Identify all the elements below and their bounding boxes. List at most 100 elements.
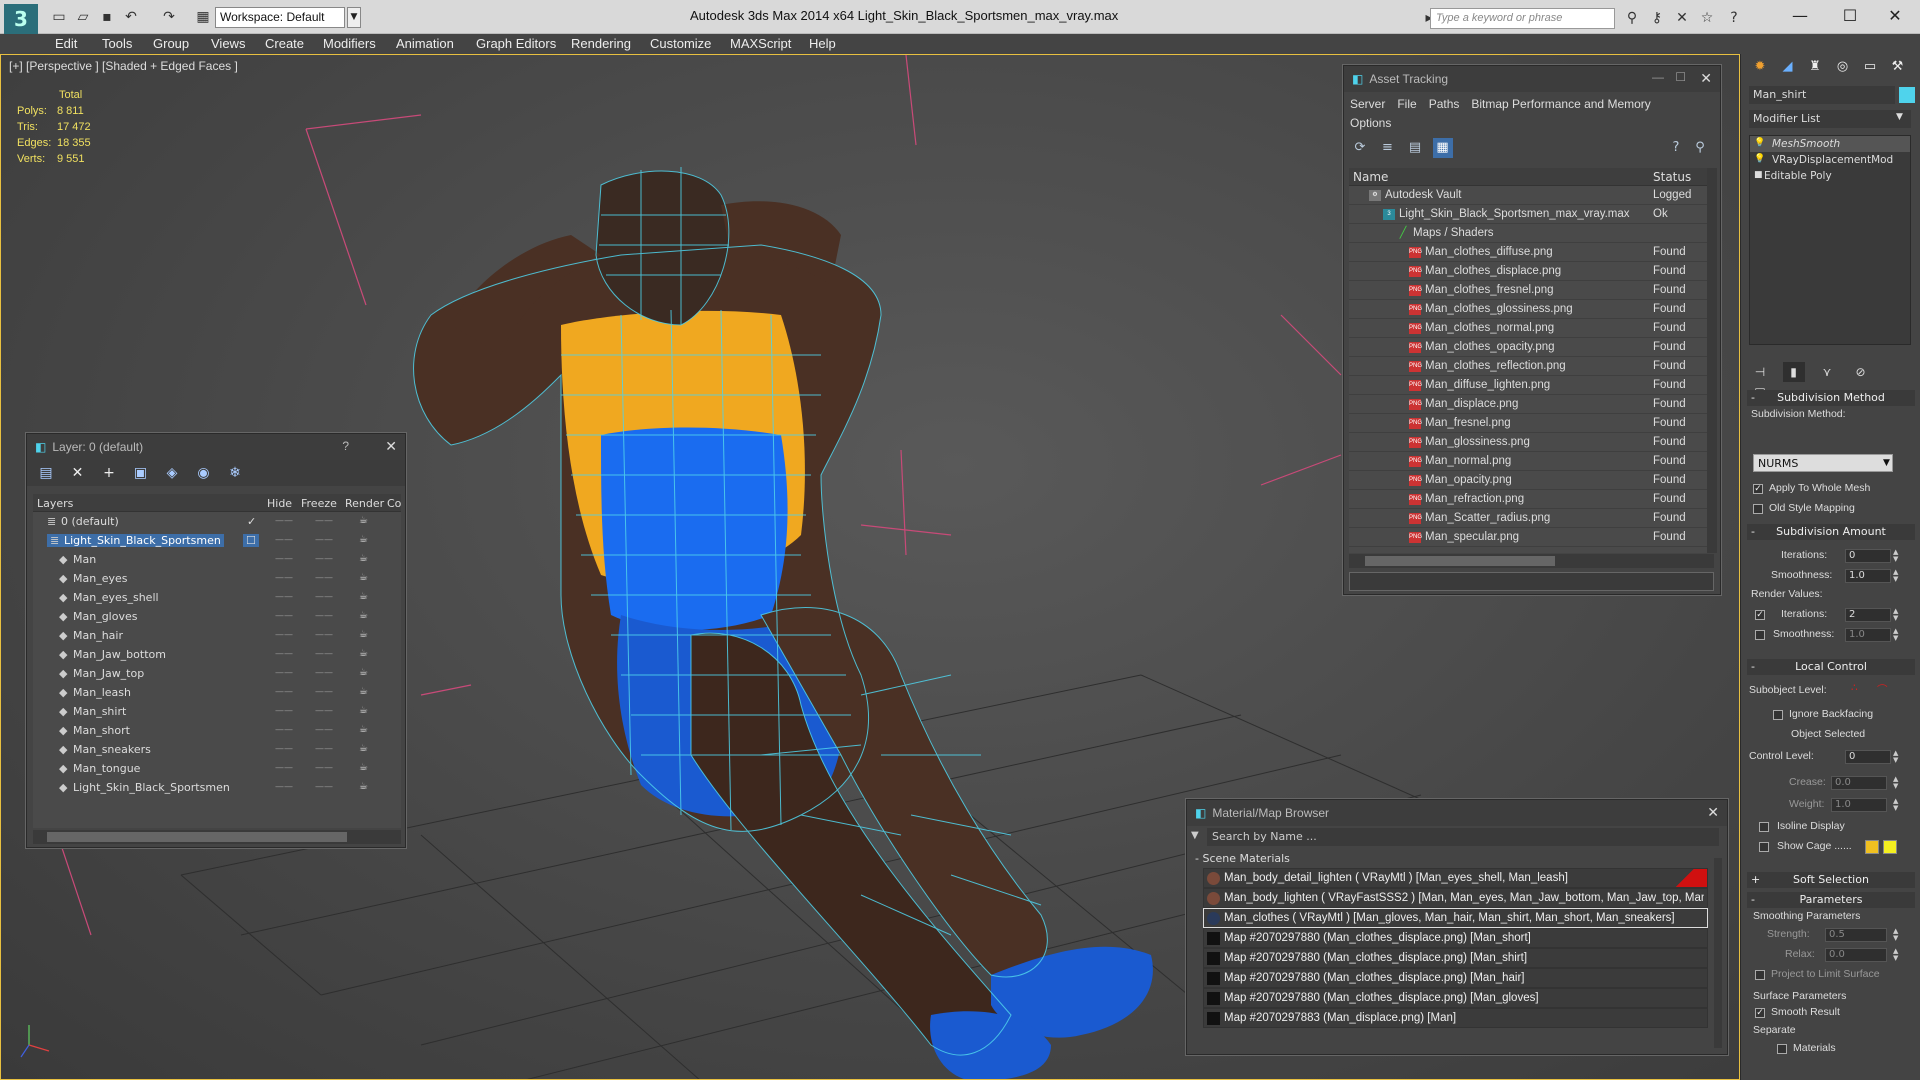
hide-all-layers-icon[interactable]: ◉	[193, 463, 215, 483]
asset-panel-titlebar[interactable]: ◧ Asset Tracking — ☐ ✕	[1344, 66, 1720, 92]
render-smoothness-spinner[interactable]: 1.0	[1845, 628, 1891, 642]
hide-toggle[interactable]: ——	[275, 535, 293, 545]
col-color[interactable]: Co	[387, 497, 401, 510]
freeze-toggle[interactable]: ——	[315, 725, 333, 735]
minimize-button[interactable]: —	[1780, 4, 1820, 28]
ignore-backfacing-checkbox[interactable]	[1773, 710, 1783, 720]
layer-row[interactable]: ◆ Man_sneakers —— —— ☕	[33, 740, 401, 759]
freeze-toggle[interactable]: ——	[315, 630, 333, 640]
asset-path-field[interactable]	[1349, 572, 1714, 591]
rollout-soft-selection[interactable]: + Soft Selection	[1747, 872, 1915, 888]
render-teapot-icon[interactable]: ☕	[359, 743, 368, 754]
mat-panel-titlebar[interactable]: ◧ Material/Map Browser ✕	[1187, 800, 1727, 826]
menu-graph-editors[interactable]: Graph Editors	[476, 36, 556, 51]
old-style-mapping-checkbox[interactable]	[1753, 504, 1763, 514]
stack-item-vraydisplacement[interactable]: 💡 VRayDisplacementMod	[1750, 152, 1910, 168]
hide-toggle[interactable]: ——	[275, 687, 293, 697]
help-icon[interactable]: ?	[342, 439, 349, 453]
layer-row[interactable]: ◆ Man_short —— —— ☕	[33, 721, 401, 740]
render-teapot-icon[interactable]: ☕	[359, 572, 368, 583]
render-iterations-checkbox[interactable]: ✓	[1755, 610, 1765, 620]
smoothness-spinner[interactable]: 1.0	[1845, 569, 1891, 583]
chevron-down-icon[interactable]: ▼	[1883, 458, 1890, 468]
menu-edit[interactable]: Edit	[55, 36, 77, 51]
close-icon[interactable]: ✕	[385, 438, 397, 455]
map-row[interactable]: Map #2070297883 (Man_displace.png) [Man]	[1203, 1008, 1708, 1028]
asset-row[interactable]: 3 Light_Skin_Black_Sportsmen_max_vray.max…	[1349, 205, 1714, 224]
render-iterations-spinner[interactable]: 2	[1845, 608, 1891, 622]
subdivision-method-dropdown[interactable]: NURMS	[1753, 454, 1893, 472]
asset-row[interactable]: ⚙ Autodesk Vault Logged	[1349, 186, 1714, 205]
crease-spinner[interactable]: 0.0	[1831, 776, 1887, 790]
freeze-toggle[interactable]: ——	[315, 668, 333, 678]
create-layer-icon[interactable]: ▤	[35, 463, 57, 483]
render-teapot-icon[interactable]: ☕	[359, 762, 368, 773]
layer-row[interactable]: ◆ Man —— —— ☕	[33, 550, 401, 569]
freeze-all-layers-icon[interactable]: ❄	[224, 463, 246, 483]
asset-row[interactable]: PNG Man_specular.png Found	[1349, 528, 1714, 547]
layer-row[interactable]: ◆ Man_Jaw_bottom —— —— ☕	[33, 645, 401, 664]
options-dropdown-icon[interactable]: ▼	[1191, 830, 1199, 841]
pin-icon[interactable]: ⚲	[1690, 138, 1710, 158]
freeze-toggle[interactable]: ——	[315, 611, 333, 621]
utilities-tab-icon[interactable]: ⚒	[1887, 56, 1909, 78]
layer-row[interactable]: ◆ Man_eyes —— —— ☕	[33, 569, 401, 588]
maximize-icon[interactable]: ☐	[1675, 70, 1686, 84]
apply-whole-mesh-checkbox[interactable]: ✓	[1753, 484, 1763, 494]
hide-toggle[interactable]: ——	[275, 630, 293, 640]
binoculars-icon[interactable]: ⚲	[1623, 9, 1641, 27]
freeze-toggle[interactable]: ——	[315, 573, 333, 583]
render-teapot-icon[interactable]: ☕	[359, 534, 368, 545]
layer-name[interactable]: Man_shirt	[73, 705, 126, 718]
render-teapot-icon[interactable]: ☕	[359, 667, 368, 678]
asset-row[interactable]: PNG Man_Scatter_radius.png Found	[1349, 509, 1714, 528]
weight-spinner[interactable]: 1.0	[1831, 798, 1887, 812]
control-level-spinner[interactable]: 0	[1845, 750, 1891, 764]
object-color-swatch[interactable]	[1899, 87, 1915, 103]
asset-menu-paths[interactable]: Paths	[1429, 97, 1460, 111]
help-icon[interactable]: ?	[1725, 9, 1743, 27]
asset-menu-bitmap[interactable]: Bitmap Performance and Memory	[1471, 97, 1650, 111]
materials-checkbox[interactable]	[1777, 1044, 1787, 1054]
map-row[interactable]: Map #2070297880 (Man_clothes_displace.pn…	[1203, 988, 1708, 1008]
hide-toggle[interactable]: ——	[275, 649, 293, 659]
make-unique-icon[interactable]: ⋎	[1816, 362, 1838, 382]
map-row[interactable]: Map #2070297880 (Man_clothes_displace.pn…	[1203, 928, 1708, 948]
asset-row[interactable]: PNG Man_displace.png Found	[1349, 395, 1714, 414]
menu-modifiers[interactable]: Modifiers	[323, 36, 376, 51]
project-limit-checkbox[interactable]	[1755, 970, 1765, 980]
modify-tab-icon[interactable]: ◢	[1777, 56, 1799, 78]
map-row[interactable]: Map #2070297880 (Man_clothes_displace.pn…	[1203, 948, 1708, 968]
hide-toggle[interactable]: ——	[275, 763, 293, 773]
display-tab-icon[interactable]: ▭	[1859, 56, 1881, 78]
freeze-toggle[interactable]: ——	[315, 687, 333, 697]
freeze-toggle[interactable]: ——	[315, 554, 333, 564]
hide-toggle[interactable]: ——	[275, 554, 293, 564]
layer-name[interactable]: Man_short	[73, 724, 130, 737]
render-teapot-icon[interactable]: ☕	[359, 705, 368, 716]
hide-toggle[interactable]: ——	[275, 592, 293, 602]
modifier-list-dropdown[interactable]: Modifier List	[1749, 110, 1911, 128]
asset-row[interactable]: ╱ Maps / Shaders	[1349, 224, 1714, 243]
layer-row[interactable]: ◆ Man_leash —— —— ☕	[33, 683, 401, 702]
hide-toggle[interactable]: ——	[275, 725, 293, 735]
asset-menu-options[interactable]: Options	[1350, 116, 1391, 130]
hide-toggle[interactable]: ——	[275, 782, 293, 792]
layer-name[interactable]: Man	[73, 553, 96, 566]
layer-name[interactable]: Man_sneakers	[73, 743, 151, 756]
cage-color-swatch[interactable]	[1865, 840, 1879, 854]
exchange-icon[interactable]: ✕	[1673, 9, 1691, 27]
open-file-icon[interactable]: ▱	[74, 8, 92, 26]
col-hide[interactable]: Hide	[267, 497, 292, 510]
asset-row[interactable]: PNG Man_normal.png Found	[1349, 452, 1714, 471]
material-vertical-scrollbar[interactable]	[1714, 858, 1722, 1048]
asset-row[interactable]: PNG Man_clothes_opacity.png Found	[1349, 338, 1714, 357]
rollout-local-control[interactable]: - Local Control	[1747, 659, 1915, 675]
layer-name[interactable]: Man_eyes	[73, 572, 127, 585]
freeze-toggle[interactable]: ——	[315, 535, 333, 545]
layer-row[interactable]: ◆ Man_tongue —— —— ☕	[33, 759, 401, 778]
viewport-label[interactable]: [+] [Perspective ] [Shaded + Edged Faces…	[9, 59, 238, 73]
spinner-arrows-icon[interactable]: ▲ ▼	[1893, 628, 1901, 642]
render-smoothness-checkbox[interactable]	[1755, 630, 1765, 640]
col-name[interactable]: Name	[1353, 170, 1388, 184]
